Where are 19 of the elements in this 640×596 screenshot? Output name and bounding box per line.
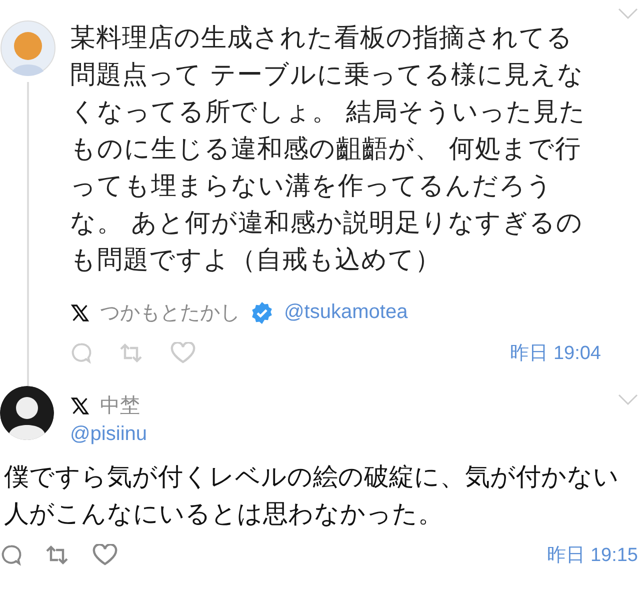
heart-icon[interactable]: [170, 342, 196, 364]
retweet-icon[interactable]: [44, 544, 70, 566]
chevron-down-icon[interactable]: [618, 394, 638, 406]
author-handle[interactable]: @tsukamotea: [284, 301, 408, 324]
author-name[interactable]: 中埜: [100, 392, 140, 419]
tweet-text: 僕ですら気が付くレベルの絵の破綻に、気が付かない人がこんなにいるとは思わなかった。: [3, 461, 620, 530]
timestamp[interactable]: 昨日 19:15: [547, 542, 638, 568]
x-logo-icon: [70, 396, 90, 416]
timestamp[interactable]: 昨日 19:04: [510, 340, 601, 366]
chevron-down-icon[interactable]: [618, 8, 638, 20]
tweet-text: 某料理店の生成された看板の指摘されてる問題点って テーブルに乗ってる様に見えなくなってる所でしょ。 結局そういった見たものに生じる違和感の齟齬が、 何処まで行っても埋まらない溝を作ってるんだろうな。 あと何が違和感か説明足りなすぎるのも問題ですよ（自戒も込めて）: [70, 22, 588, 277]
heart-icon[interactable]: [92, 544, 118, 566]
avatar[interactable]: [0, 386, 54, 440]
author-handle[interactable]: @pisiinu: [70, 423, 148, 446]
reply-icon[interactable]: [70, 342, 92, 364]
reply-icon[interactable]: [0, 544, 22, 566]
author-name[interactable]: つかもとたかし: [100, 299, 240, 326]
retweet-icon[interactable]: [118, 342, 144, 364]
x-logo-icon: [70, 302, 90, 322]
